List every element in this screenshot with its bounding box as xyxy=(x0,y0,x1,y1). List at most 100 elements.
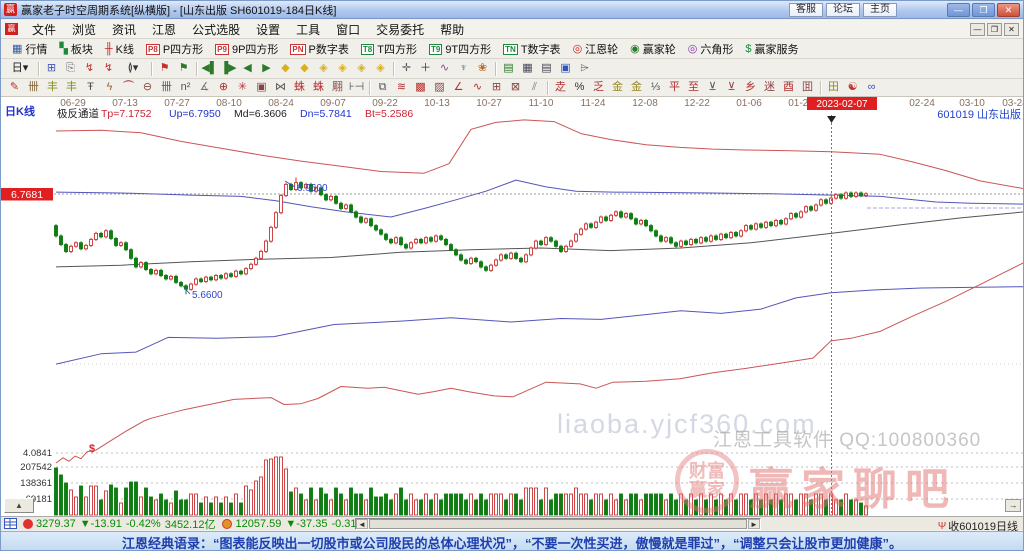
draw-wave-tool[interactable]: ⋈ xyxy=(271,80,290,96)
tool-copy[interactable]: ⎘ xyxy=(61,61,80,77)
draw-cycle-curve[interactable]: ∿ xyxy=(468,80,487,96)
draw-v-tool-2[interactable]: ⊻ xyxy=(722,80,741,96)
draw-thirds[interactable]: ⅓ xyxy=(646,80,665,96)
menu-item-浏览[interactable]: 浏览 xyxy=(64,20,104,39)
menu-item-资讯[interactable]: 资讯 xyxy=(104,20,144,39)
tool-first-bar[interactable]: ◀▌ xyxy=(200,61,219,77)
mdi-close-button[interactable]: ✕ xyxy=(1004,23,1019,36)
draw-zigzag-1[interactable]: 乡 xyxy=(741,80,760,96)
tool-diamond-right[interactable]: ◆ xyxy=(295,61,314,77)
tool-calculator[interactable]: ▦ xyxy=(518,61,537,77)
draw-f-grid[interactable]: Ŧ xyxy=(81,80,100,96)
tool-hand-tool[interactable]: ✛ xyxy=(397,61,416,77)
draw-angle-line[interactable]: ✎ xyxy=(5,80,24,96)
draw-gann-fan-center[interactable]: ⊕ xyxy=(214,80,233,96)
draw-rect-tool[interactable]: ⧉ xyxy=(373,80,392,96)
toolbar-button-p-table[interactable]: PNP数字表 xyxy=(285,41,353,57)
tool-save[interactable]: ▣ xyxy=(556,61,575,77)
tool-calendar[interactable]: ▤ xyxy=(499,61,518,77)
menu-item-文件[interactable]: 文件 xyxy=(24,20,64,39)
draw-hatch-box[interactable]: ▨ xyxy=(430,80,449,96)
draw-taiji[interactable]: ☯ xyxy=(843,80,862,96)
scroll-right-arrow[interactable]: ► xyxy=(748,519,760,529)
draw-gann-fan[interactable]: ✳ xyxy=(233,80,252,96)
scrollbar-thumb[interactable] xyxy=(369,519,747,529)
draw-cross-box[interactable]: ⊠ xyxy=(506,80,525,96)
sh-index-icon[interactable] xyxy=(23,519,33,529)
tool-measure[interactable]: ∿ xyxy=(435,61,454,77)
tool-spiral-tool[interactable]: ❀ xyxy=(473,61,492,77)
tool-flag-mark[interactable]: ⚑ xyxy=(155,61,174,77)
draw-spider-2[interactable]: 蛛 xyxy=(309,80,328,96)
tool-export[interactable]: ⌲ xyxy=(575,61,594,77)
toolbar-button-quotes[interactable]: ▦行情 xyxy=(7,41,52,57)
tool-diamond-left[interactable]: ◆ xyxy=(276,61,295,77)
chart-canvas[interactable]: 06-2907-1307-2708-1008-2409-0709-2210-13… xyxy=(1,97,1024,516)
toolbar-button-t-table[interactable]: TNT数字表 xyxy=(498,41,565,57)
draw-shade-box[interactable]: ▩ xyxy=(411,80,430,96)
chart-scroll-right-button[interactable]: → xyxy=(1005,499,1021,512)
menu-item-江恩[interactable]: 江恩 xyxy=(144,20,184,39)
draw-grid-box[interactable]: 翢 xyxy=(328,80,347,96)
toolbar-button-winner-service[interactable]: $赢家服务 xyxy=(740,41,803,57)
draw-gann-b[interactable]: 乏 xyxy=(589,80,608,96)
menu-item-交易委托[interactable]: 交易委托 xyxy=(368,20,432,39)
draw-ruler-grid[interactable]: 卌 xyxy=(157,80,176,96)
menu-item-公式选股[interactable]: 公式选股 xyxy=(184,20,248,39)
draw-spiral[interactable]: ϟ xyxy=(100,80,119,96)
mdi-restore-button[interactable]: ❐ xyxy=(987,23,1002,36)
tool-trend-big[interactable]: ↯ xyxy=(99,61,118,77)
draw-infinity[interactable]: ∞ xyxy=(862,80,881,96)
draw-spider-1[interactable]: 蛛 xyxy=(290,80,309,96)
tool-next-bar[interactable]: ▶ xyxy=(257,61,276,77)
tool-prev-bar[interactable]: ◀ xyxy=(238,61,257,77)
draw-nested-box[interactable]: 囬 xyxy=(798,80,817,96)
tool-diamond-in[interactable]: ◈ xyxy=(352,61,371,77)
tool-notes[interactable]: ▤ xyxy=(537,61,556,77)
draw-arc-tool[interactable]: ⏜ xyxy=(119,80,138,96)
sz-index-icon[interactable] xyxy=(222,519,232,529)
draw-ray-fan[interactable]: ≋ xyxy=(392,80,411,96)
draw-balance-line[interactable]: 平 xyxy=(665,80,684,96)
draw-circle-tool[interactable]: ⊖ xyxy=(138,80,157,96)
tool-diamond-down[interactable]: ◈ xyxy=(333,61,352,77)
menu-item-窗口[interactable]: 窗口 xyxy=(328,20,368,39)
toolbar-button-9p-square[interactable]: P99P四方形 xyxy=(210,41,283,57)
tool-flag-mark-2[interactable]: ⚑ xyxy=(174,61,193,77)
mdi-minimize-button[interactable]: — xyxy=(970,23,985,36)
tool-diamond-up[interactable]: ◈ xyxy=(314,61,333,77)
restore-button[interactable]: ❐ xyxy=(972,3,995,17)
toolbar-button-9t-square[interactable]: T99T四方形 xyxy=(424,41,496,57)
close-button[interactable]: ✕ xyxy=(997,3,1020,17)
draw-percent[interactable]: % xyxy=(570,80,589,96)
draw-parallel-lines[interactable]: ⫽ xyxy=(525,80,544,96)
horizontal-scrollbar[interactable]: ◄ ► xyxy=(355,518,761,530)
draw-grid-lines[interactable]: 卌 xyxy=(24,80,43,96)
scroll-left-arrow[interactable]: ◄ xyxy=(356,519,368,529)
toolbar-button-t-square[interactable]: T8T四方形 xyxy=(356,41,422,57)
tool-diamond-out[interactable]: ◈ xyxy=(371,61,390,77)
toolbar-button-sectors[interactable]: ▚板块 xyxy=(54,41,97,57)
toolbar-button-p-square[interactable]: P8P四方形 xyxy=(141,41,208,57)
tool-layout[interactable]: ⊞ xyxy=(42,61,61,77)
draw-square-numbers[interactable]: n² xyxy=(176,80,195,96)
draw-gold-ratio[interactable]: 金 xyxy=(608,80,627,96)
draw-trend-angle[interactable]: ∠ xyxy=(449,80,468,96)
toolbar-button-hexagon[interactable]: ◎六角形 xyxy=(683,41,739,57)
draw-gold-section[interactable]: 金 xyxy=(627,80,646,96)
draw-time-grid[interactable]: 丰 xyxy=(62,80,81,96)
tool-trend-small[interactable]: ↯ xyxy=(80,61,99,77)
menu-item-帮助[interactable]: 帮助 xyxy=(432,20,472,39)
toolbar-button-winner-wheel[interactable]: ◉赢家轮 xyxy=(625,41,681,57)
tool-period-selector[interactable]: 日▾ xyxy=(5,61,35,77)
draw-v-tool-1[interactable]: ⊻ xyxy=(703,80,722,96)
panel-expander-button[interactable]: ▲ xyxy=(4,498,34,513)
draw-dense-grid[interactable]: ⊞ xyxy=(487,80,506,96)
draw-nine-grid[interactable]: 田 xyxy=(824,80,843,96)
minimize-button[interactable]: — xyxy=(947,3,970,17)
draw-price-grid[interactable]: 丰 xyxy=(43,80,62,96)
tool-crosshair-tool[interactable]: ＋ xyxy=(416,61,435,77)
draw-angle-tool[interactable]: ∡ xyxy=(195,80,214,96)
toolbar-button-kline[interactable]: ╫K线 xyxy=(100,41,139,57)
tool-candle-style[interactable]: ≬▾ xyxy=(118,61,148,77)
